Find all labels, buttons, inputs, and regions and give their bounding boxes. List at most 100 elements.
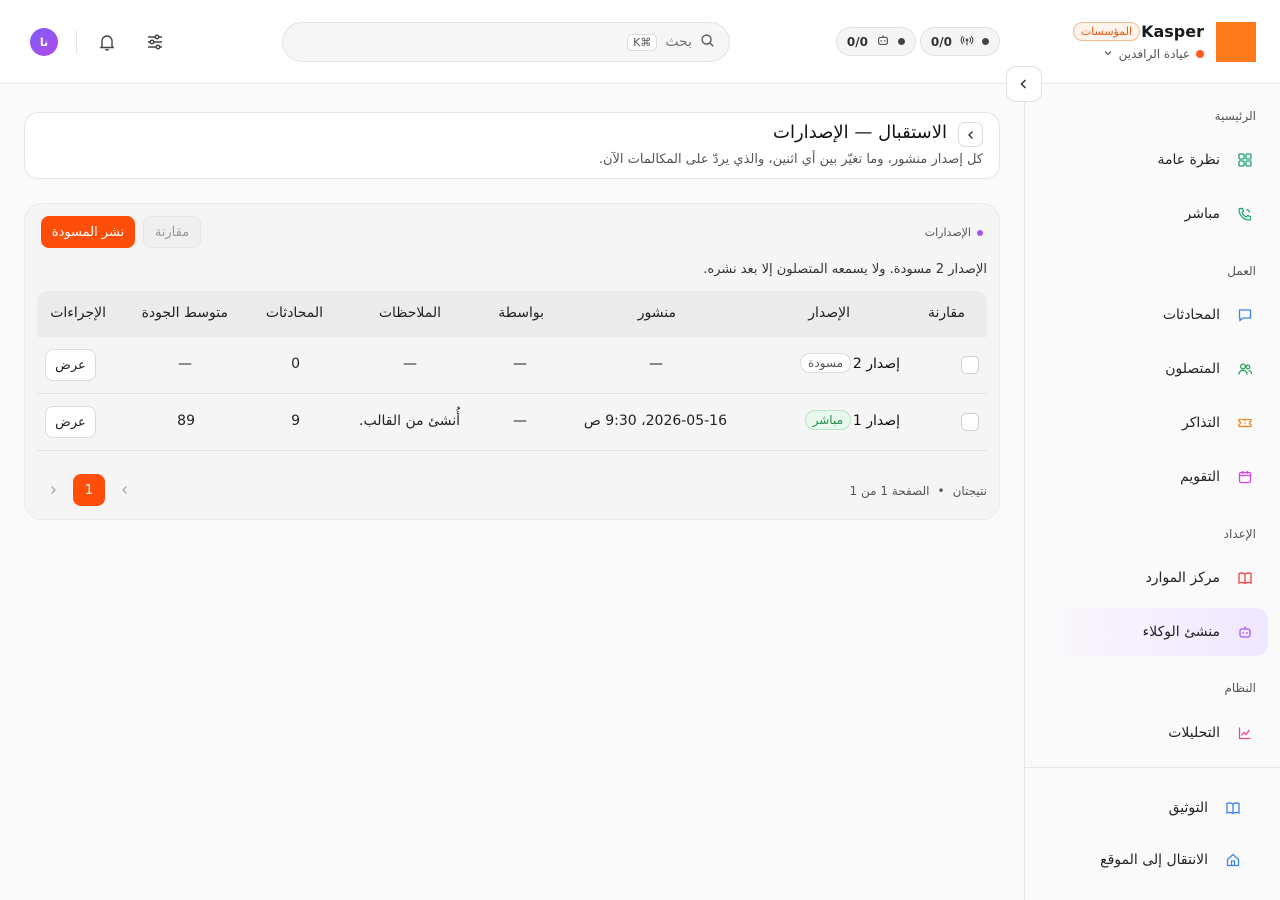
- by-cell: —: [513, 356, 527, 372]
- quality-cell: 89: [177, 413, 195, 429]
- sidebar-item-label: المتصلون: [1165, 361, 1220, 377]
- view-button[interactable]: عرض: [45, 349, 96, 381]
- col-notes: الملاحظات: [378, 305, 441, 321]
- bot-icon: [876, 33, 890, 50]
- notes-cell: أُنشئ من القالب.: [359, 413, 460, 429]
- bell-icon[interactable]: [95, 30, 119, 54]
- agents-counter[interactable]: 0/0: [835, 27, 916, 56]
- home-icon: [1224, 851, 1242, 869]
- ticket-icon: [1236, 414, 1254, 432]
- panel-tag: الإصدارات: [925, 226, 983, 239]
- search-icon: [700, 33, 715, 52]
- sidebar-item-calendar[interactable]: التقويم: [1036, 453, 1268, 501]
- grid-icon: [1236, 151, 1254, 169]
- bot-icon: [1236, 623, 1254, 641]
- published-cell: 2026-05-16، 9:30 ص: [583, 413, 727, 429]
- sidebar-item-agent-builder[interactable]: منشئ الوكلاء: [1036, 608, 1268, 656]
- sidebar-divider: [1024, 767, 1280, 768]
- book-icon: [1236, 569, 1254, 587]
- sidebar-item-label: نظرة عامة: [1157, 152, 1220, 168]
- clinic-status-dot: [1196, 50, 1204, 58]
- compare-checkbox[interactable]: [961, 413, 979, 431]
- next-page-button[interactable]: [37, 474, 69, 506]
- page-header-card: الاستقبال — الإصدارات كل إصدار منشور، وم…: [24, 112, 1000, 179]
- status-dot: [982, 38, 989, 45]
- clinic-name: عيادة الرافدين: [1118, 47, 1190, 61]
- table-row: إصدار 1 مباشر 2026-05-16، 9:30 ص — أُنشئ…: [37, 394, 987, 451]
- status-dot: [898, 38, 905, 45]
- col-avg-quality: متوسط الجودة: [141, 305, 228, 321]
- sidebar-item-label: التحليلات: [1168, 725, 1220, 741]
- prev-page-button[interactable]: [109, 474, 141, 506]
- col-conversations: المحادثات: [265, 305, 323, 321]
- sidebar-item-conversations[interactable]: المحادثات: [1036, 291, 1268, 339]
- sidebar-item-label: مباشر: [1184, 206, 1220, 222]
- page-button-current[interactable]: 1: [73, 474, 105, 506]
- col-by: بواسطة: [498, 305, 544, 321]
- sidebar-item-live[interactable]: مباشر: [1036, 190, 1268, 238]
- top-header: Kasper المؤسسات عيادة الرافدين 0/0 0/0 ب…: [0, 0, 1280, 84]
- publish-draft-button[interactable]: نشر المسودة: [41, 216, 135, 248]
- page-subtitle: كل إصدار منشور، وما تغيّر بين أي اثنين، …: [598, 152, 983, 167]
- sidebar-item-docs[interactable]: التوثيق: [1036, 784, 1268, 832]
- results-count: نتيجتان: [952, 484, 987, 498]
- col-compare: مقارنة: [927, 305, 965, 321]
- clinic-switcher[interactable]: عيادة الرافدين: [1103, 47, 1204, 61]
- compare-checkbox[interactable]: [961, 356, 979, 374]
- conversations-cell: 0: [291, 356, 300, 372]
- broadcast-icon: [960, 33, 974, 50]
- sidebar-section-setup: الإعداد: [1223, 527, 1256, 541]
- search-placeholder: بحث: [665, 34, 692, 50]
- sidebar-item-go-to-site[interactable]: الانتقال إلى الموقع: [1036, 836, 1268, 884]
- calls-counter[interactable]: 0/0: [919, 27, 1000, 56]
- notes-cell: —: [403, 356, 417, 372]
- sidebar-item-tickets[interactable]: التذاكر: [1036, 399, 1268, 447]
- brand-logo[interactable]: [1216, 22, 1256, 62]
- chat-icon: [1236, 306, 1254, 324]
- calendar-icon: [1236, 468, 1254, 486]
- version-name: إصدار 2: [852, 356, 900, 372]
- docs-book-icon: [1224, 799, 1242, 817]
- agents-count: 0/0: [846, 34, 868, 49]
- versions-panel: الإصدارات نشر المسودة مقارنة الإصدار 2 م…: [24, 203, 1000, 520]
- brand-name: Kasper: [1141, 22, 1204, 41]
- draft-note: الإصدار 2 مسودة. ولا يسمعه المتصلون إلا …: [703, 262, 987, 277]
- sidebar-item-resources[interactable]: مركز الموارد: [1036, 554, 1268, 602]
- filters-icon[interactable]: [143, 30, 167, 54]
- header-divider: [76, 30, 77, 54]
- quality-cell: —: [178, 356, 192, 372]
- sidebar-section-system: النظام: [1224, 681, 1256, 695]
- users-icon: [1236, 360, 1254, 378]
- back-button[interactable]: [958, 122, 983, 147]
- sidebar-item-analytics[interactable]: التحليلات: [1036, 709, 1268, 757]
- published-cell: —: [649, 356, 663, 372]
- user-avatar[interactable]: نا: [30, 28, 58, 56]
- table-header: مقارنة الإصدار منشور بواسطة الملاحظات ال…: [37, 291, 987, 337]
- sidebar-item-callers[interactable]: المتصلون: [1036, 345, 1268, 393]
- org-badge: المؤسسات: [1072, 22, 1140, 41]
- page-info: الصفحة 1 من 1: [849, 484, 930, 498]
- search-input[interactable]: بحث ⌘K: [282, 22, 730, 62]
- sidebar-item-label: الانتقال إلى الموقع: [1100, 852, 1208, 868]
- sidebar-item-label: مركز الموارد: [1145, 570, 1220, 586]
- sidebar-section-work: العمل: [1227, 264, 1256, 278]
- sidebar-item-label: التقويم: [1180, 469, 1220, 485]
- pagination-info: نتيجتان • الصفحة 1 من 1: [850, 484, 987, 498]
- chevron-down-icon: [1103, 48, 1113, 61]
- table-row: إصدار 2 مسودة — — — 0 — عرض: [37, 337, 987, 394]
- chart-icon: [1236, 724, 1254, 742]
- sidebar-item-overview[interactable]: نظرة عامة: [1036, 136, 1268, 184]
- conversations-cell: 9: [291, 413, 300, 429]
- status-badge: مباشر: [804, 410, 851, 430]
- sidebar-item-label: التوثيق: [1168, 800, 1208, 816]
- sidebar-item-label: المحادثات: [1162, 307, 1220, 323]
- sidebar-collapse-button[interactable]: [1006, 66, 1042, 102]
- pagination-separator: •: [937, 484, 945, 498]
- panel-tag-label: الإصدارات: [924, 226, 971, 239]
- col-actions: الإجراءات: [50, 305, 106, 321]
- sidebar-item-label: التذاكر: [1181, 415, 1220, 431]
- calls-count: 0/0: [930, 34, 952, 49]
- compare-button[interactable]: مقارنة: [143, 216, 201, 248]
- sidebar-item-label: منشئ الوكلاء: [1142, 624, 1220, 640]
- view-button[interactable]: عرض: [45, 406, 96, 438]
